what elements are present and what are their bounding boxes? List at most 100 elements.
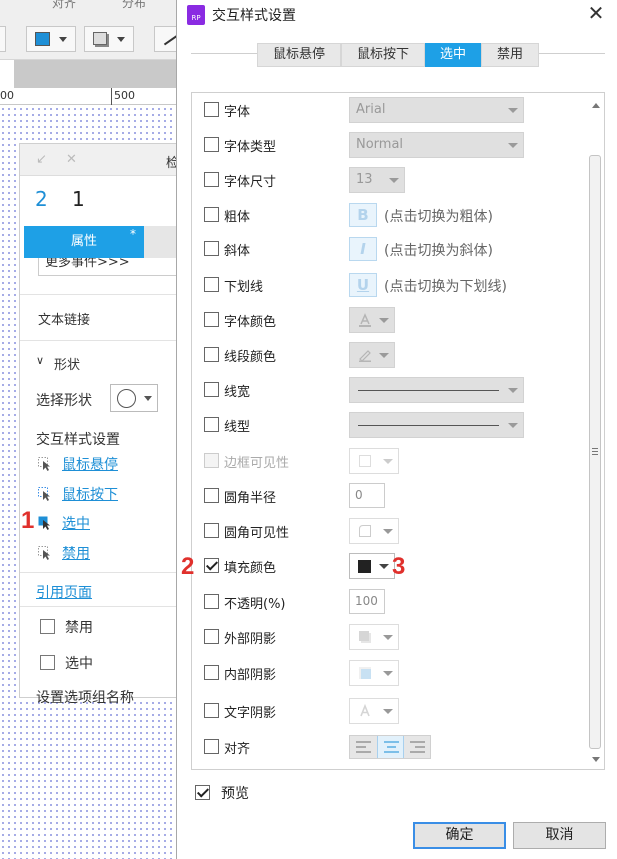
chevron-down-icon[interactable]: ∨ xyxy=(36,354,44,367)
line-width-select[interactable] xyxy=(349,377,524,403)
fill-color-checkbox[interactable] xyxy=(204,558,219,573)
font-type-label: 字体类型 xyxy=(224,140,277,155)
cancel-button[interactable]: 取消 xyxy=(513,822,606,849)
text-shadow-checkbox[interactable] xyxy=(204,703,219,718)
line-type-checkbox[interactable] xyxy=(204,417,219,432)
link-reference-page[interactable]: 引用页面 xyxy=(36,582,92,602)
fill-color-button[interactable] xyxy=(26,26,76,52)
interaction-style-dialog: RP 交互样式设置 ✕ 鼠标悬停 鼠标按下 选中 禁用 字体 Arial 字体类… xyxy=(176,0,617,859)
align-left-button[interactable] xyxy=(350,736,377,758)
font-size-select[interactable]: 13 xyxy=(349,167,405,193)
shadow-button[interactable] xyxy=(84,26,134,52)
corner-radius-input[interactable]: 0 xyxy=(349,483,385,508)
line-color-checkbox[interactable] xyxy=(204,347,219,362)
disabled-checkbox[interactable] xyxy=(40,619,55,634)
align-right-icon xyxy=(410,741,425,756)
chevron-down-icon xyxy=(508,423,518,428)
background-app: 对齐 分布 00 500 ↙ ✕ 检 2 1 更多事件>>> 属性 * 文本链接… xyxy=(0,0,182,859)
chevron-down-icon xyxy=(383,709,393,714)
link-selected[interactable]: 选中 xyxy=(62,513,90,533)
toolbar-button[interactable] xyxy=(0,26,6,52)
preview-label: 预览 xyxy=(221,786,249,802)
tab-mouse-down[interactable]: 鼠标按下 xyxy=(341,43,425,67)
text-color-icon xyxy=(359,313,371,327)
italic-toggle-button[interactable]: I xyxy=(349,237,377,261)
row-italic: 斜体 I (点击切换为斜体) xyxy=(192,233,584,265)
bold-toggle-button[interactable]: B xyxy=(349,203,377,227)
link-mouse-hover[interactable]: 鼠标悬停 xyxy=(62,454,118,474)
link-disabled[interactable]: 禁用 xyxy=(62,543,90,563)
line-width-label: 线宽 xyxy=(224,385,251,400)
text-shadow-icon xyxy=(360,704,370,717)
tab-properties[interactable]: 属性 * xyxy=(24,226,144,258)
font-size-checkbox[interactable] xyxy=(204,172,219,187)
more-events-box[interactable]: 更多事件>>> xyxy=(38,258,180,276)
scroll-down-icon[interactable] xyxy=(592,757,600,762)
scrollbar[interactable] xyxy=(586,93,604,769)
outer-shadow-checkbox[interactable] xyxy=(204,629,219,644)
chevron-down-icon xyxy=(508,108,518,113)
shape-select[interactable] xyxy=(110,384,158,412)
row-outer-shadow: 外部阴影 xyxy=(192,621,584,653)
font-color-checkbox[interactable] xyxy=(204,312,219,327)
row-border-visibility: 边框可见性 xyxy=(192,445,584,477)
close-icon[interactable]: ✕ xyxy=(66,152,77,167)
italic-checkbox[interactable] xyxy=(204,241,219,256)
selected-checkbox[interactable] xyxy=(40,655,55,670)
border-visibility-picker[interactable] xyxy=(349,448,399,474)
align-right-button[interactable] xyxy=(404,736,431,758)
tab-disabled[interactable]: 禁用 xyxy=(481,43,539,67)
row-font-size: 字体尺寸 13 xyxy=(192,164,584,196)
underline-checkbox[interactable] xyxy=(204,277,219,292)
underline-toggle-button[interactable]: U xyxy=(349,273,377,297)
tab-mouse-hover[interactable]: 鼠标悬停 xyxy=(257,43,341,67)
line-type-select[interactable] xyxy=(349,412,524,438)
inner-shadow-checkbox[interactable] xyxy=(204,665,219,680)
corner-visibility-picker[interactable] xyxy=(349,518,399,544)
toolbar-align-label: 对齐 xyxy=(52,0,77,10)
tab-selected[interactable]: 选中 xyxy=(425,43,481,67)
line-width-checkbox[interactable] xyxy=(204,382,219,397)
align-center-button[interactable] xyxy=(377,736,404,758)
row-bold: 粗体 B (点击切换为粗体) xyxy=(192,199,584,231)
preview-checkbox[interactable] xyxy=(195,785,210,800)
chevron-down-icon xyxy=(379,318,389,323)
fill-color-swatch xyxy=(358,560,371,573)
close-icon[interactable]: ✕ xyxy=(584,2,608,26)
border-visibility-checkbox[interactable] xyxy=(204,453,219,468)
font-checkbox[interactable] xyxy=(204,102,219,117)
inner-shadow-picker[interactable] xyxy=(349,660,399,686)
font-type-checkbox[interactable] xyxy=(204,137,219,152)
border-visibility-label: 边框可见性 xyxy=(224,456,290,471)
ok-button[interactable]: 确定 xyxy=(413,822,506,849)
align-left-icon xyxy=(356,741,371,756)
font-color-picker[interactable] xyxy=(349,307,395,333)
outer-shadow-picker[interactable] xyxy=(349,624,399,650)
opacity-checkbox[interactable] xyxy=(204,594,219,609)
font-select[interactable]: Arial xyxy=(349,97,524,123)
corner-radius-checkbox[interactable] xyxy=(204,488,219,503)
chevron-down-icon xyxy=(389,178,399,183)
opacity-input[interactable]: 100 xyxy=(349,589,385,614)
italic-label: 斜体 xyxy=(224,244,251,259)
expand-icon[interactable]: ↙ xyxy=(36,152,47,167)
font-type-select[interactable]: Normal xyxy=(349,132,524,158)
text-shadow-label: 文字阴影 xyxy=(224,706,277,721)
corner-visibility-checkbox[interactable] xyxy=(204,523,219,538)
cursor-icon xyxy=(38,546,50,560)
alignment-checkbox[interactable] xyxy=(204,739,219,754)
chevron-down-icon xyxy=(383,529,393,534)
toolbar: 对齐 分布 xyxy=(0,0,182,60)
document-tab[interactable] xyxy=(0,60,14,88)
scrollbar-thumb[interactable] xyxy=(589,155,601,749)
row-alignment: 对齐 xyxy=(192,731,584,763)
text-shadow-picker[interactable] xyxy=(349,698,399,724)
text-link-item[interactable]: 文本链接 xyxy=(38,309,90,328)
bold-checkbox[interactable] xyxy=(204,207,219,222)
inspector-header: ↙ ✕ 检 xyxy=(20,144,181,176)
link-mouse-down[interactable]: 鼠标按下 xyxy=(62,484,118,504)
line-color-picker[interactable] xyxy=(349,342,395,368)
scroll-up-icon[interactable] xyxy=(592,103,600,108)
pencil-icon xyxy=(359,350,371,362)
fill-color-picker[interactable] xyxy=(349,553,395,579)
